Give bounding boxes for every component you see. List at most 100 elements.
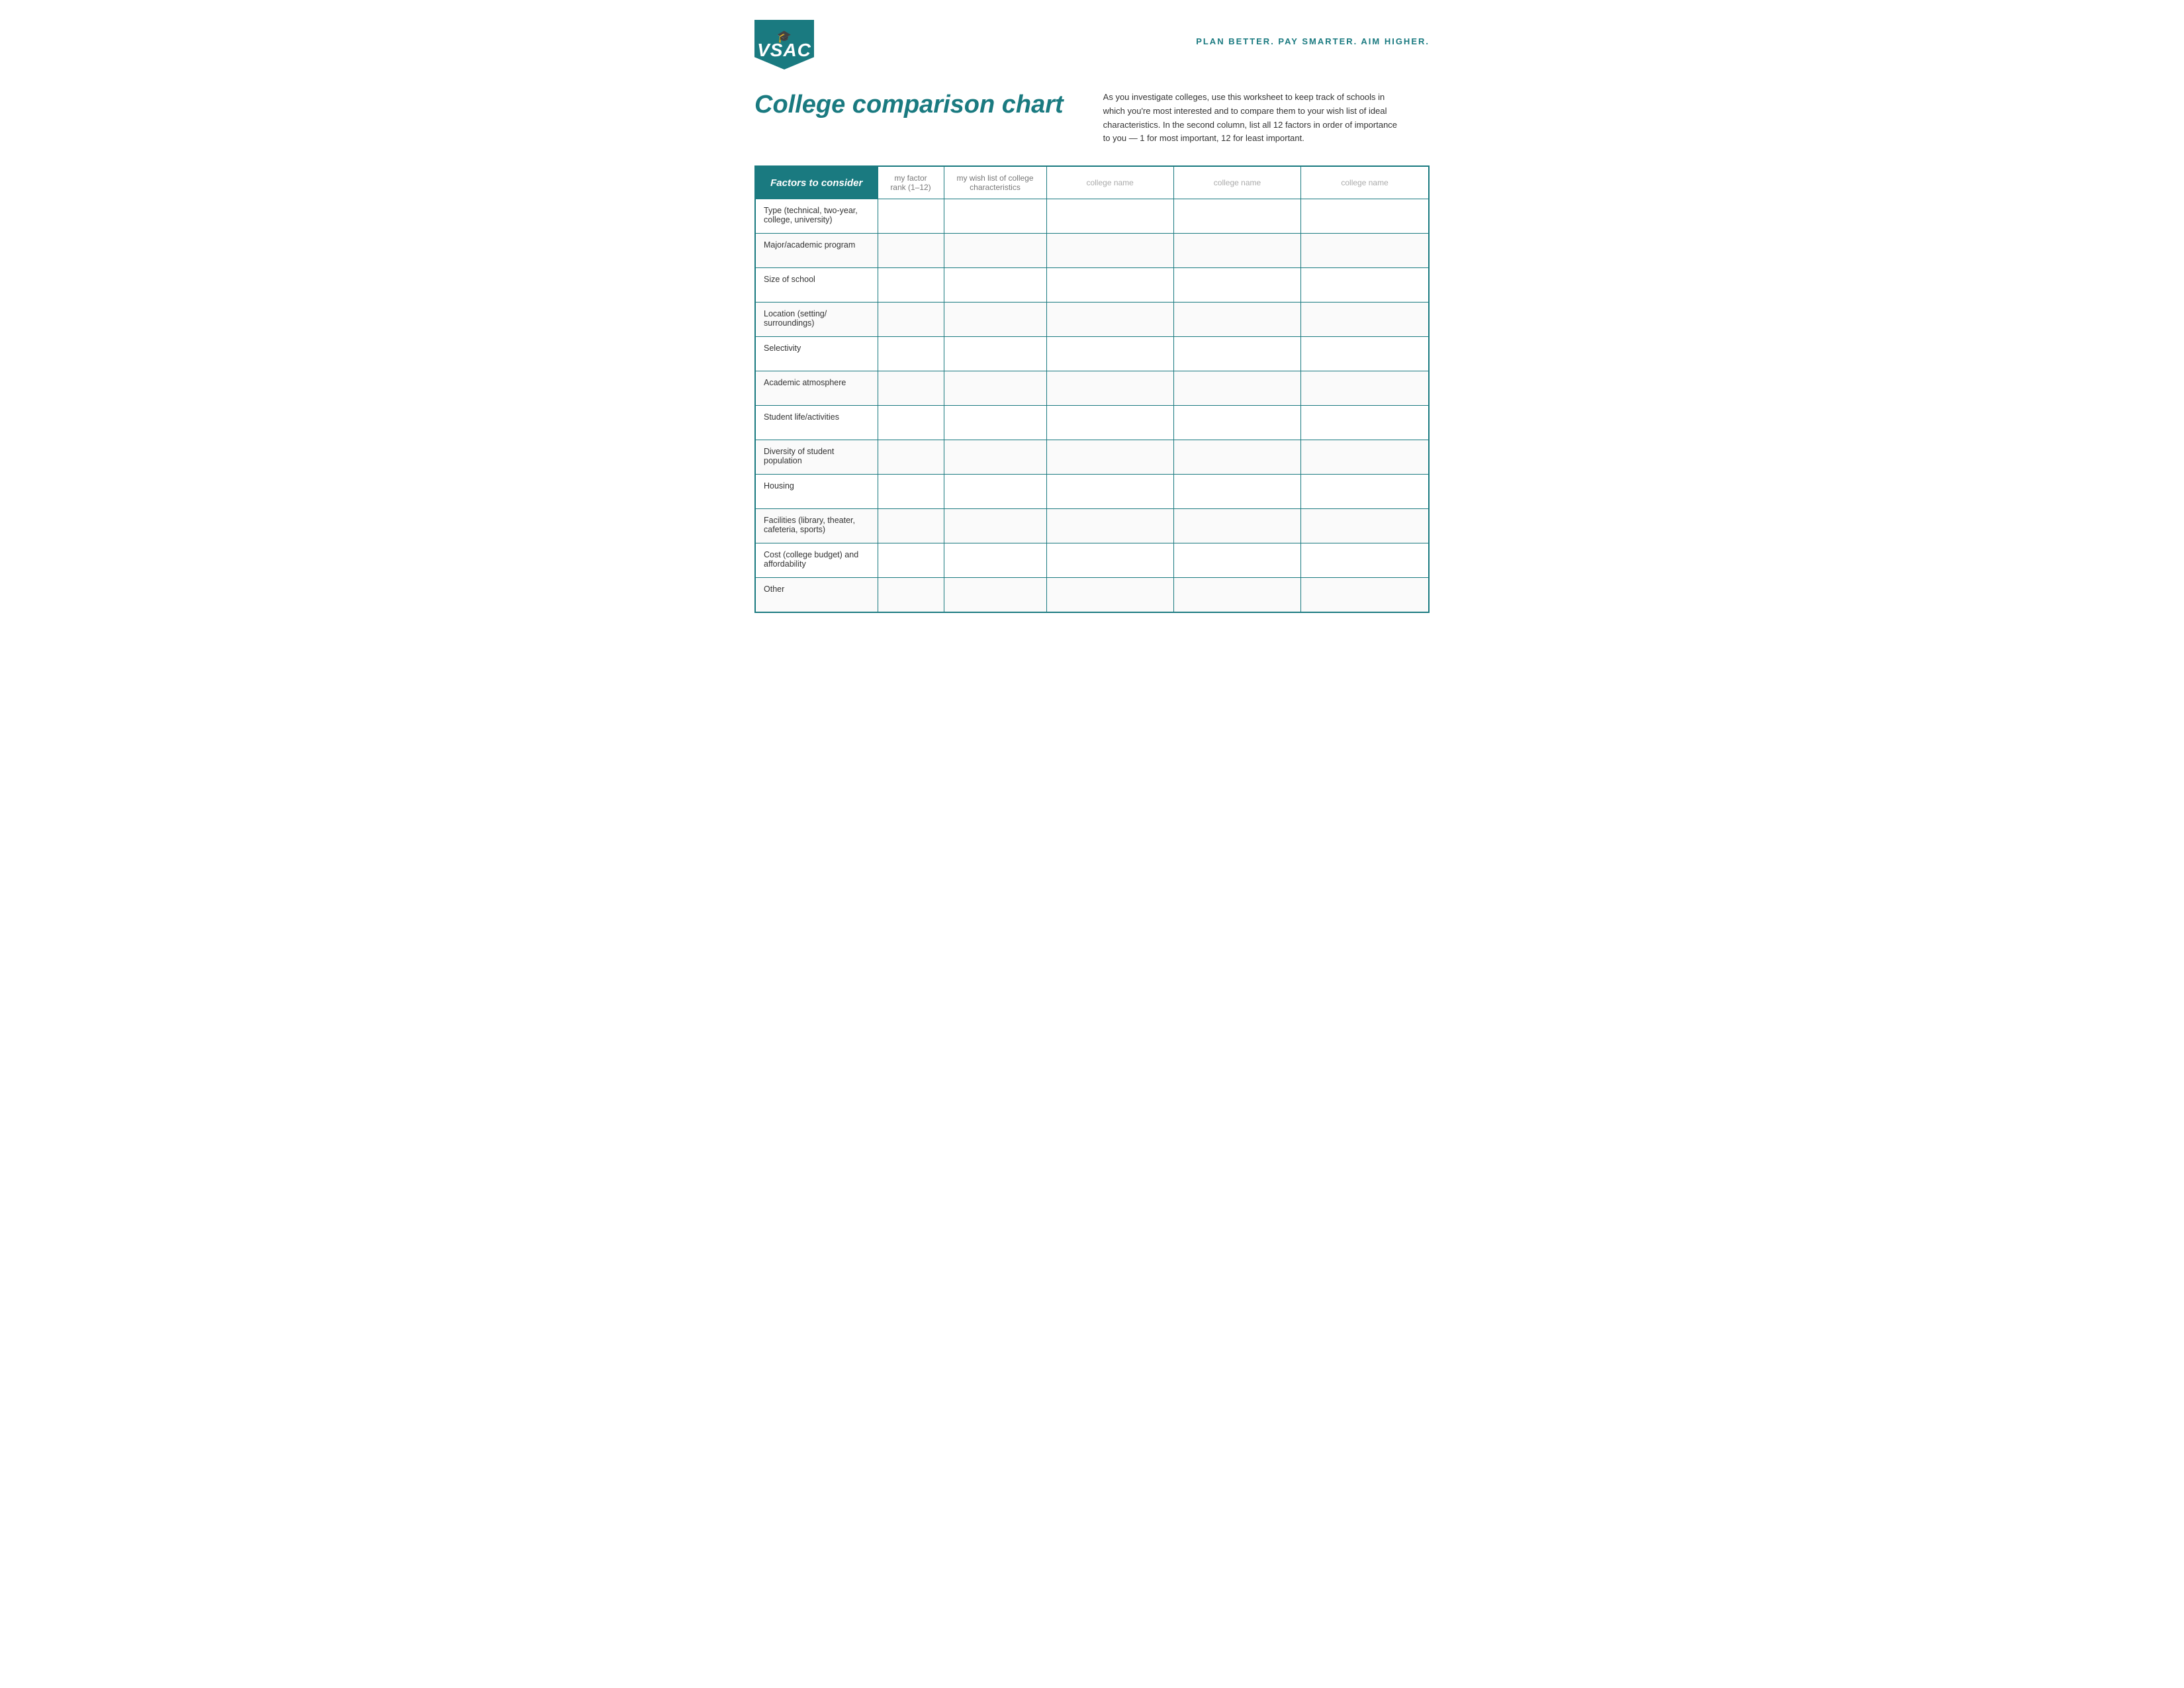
table-row: Academic atmosphere <box>755 371 1429 406</box>
page-header: 🎓 VSAC PLAN BETTER. PAY SMARTER. AIM HIG… <box>754 20 1430 77</box>
college3-cell[interactable] <box>1301 543 1429 578</box>
rank-cell[interactable] <box>878 509 944 543</box>
college1-cell[interactable] <box>1046 440 1173 475</box>
header-college2: college name <box>1173 166 1300 199</box>
factor-cell: Academic atmosphere <box>755 371 878 406</box>
college3-cell[interactable] <box>1301 406 1429 440</box>
rank-cell[interactable] <box>878 578 944 612</box>
header-factors: Factors to consider <box>755 166 878 199</box>
wishlist-cell[interactable] <box>944 543 1046 578</box>
college2-cell[interactable] <box>1173 234 1300 268</box>
rank-cell[interactable] <box>878 234 944 268</box>
factor-cell: Facilities (library, theater, cafeteria,… <box>755 509 878 543</box>
college1-cell[interactable] <box>1046 543 1173 578</box>
college2-cell[interactable] <box>1173 440 1300 475</box>
logo-text: VSAC <box>757 41 811 60</box>
wishlist-cell[interactable] <box>944 234 1046 268</box>
table-row: Student life/activities <box>755 406 1429 440</box>
factor-cell: Size of school <box>755 268 878 303</box>
title-section: College comparison chart As you investig… <box>754 91 1430 146</box>
rank-cell[interactable] <box>878 199 944 234</box>
college3-cell[interactable] <box>1301 371 1429 406</box>
rank-cell[interactable] <box>878 475 944 509</box>
college1-cell[interactable] <box>1046 475 1173 509</box>
factor-cell: Selectivity <box>755 337 878 371</box>
college1-cell[interactable] <box>1046 371 1173 406</box>
factor-cell: Cost (college budget) and affordability <box>755 543 878 578</box>
wishlist-cell[interactable] <box>944 199 1046 234</box>
college3-cell[interactable] <box>1301 578 1429 612</box>
header-college3: college name <box>1301 166 1429 199</box>
vsac-logo-badge: 🎓 VSAC <box>754 20 814 70</box>
college1-cell[interactable] <box>1046 509 1173 543</box>
college1-cell[interactable] <box>1046 578 1173 612</box>
college2-cell[interactable] <box>1173 303 1300 337</box>
table-row: Size of school <box>755 268 1429 303</box>
factor-cell: Location (setting/ surroundings) <box>755 303 878 337</box>
header-rank: my factor rank (1–12) <box>878 166 944 199</box>
college2-cell[interactable] <box>1173 543 1300 578</box>
wishlist-cell[interactable] <box>944 440 1046 475</box>
college3-cell[interactable] <box>1301 475 1429 509</box>
college3-cell[interactable] <box>1301 234 1429 268</box>
college1-cell[interactable] <box>1046 337 1173 371</box>
college1-cell[interactable] <box>1046 234 1173 268</box>
college3-cell[interactable] <box>1301 303 1429 337</box>
rank-cell[interactable] <box>878 543 944 578</box>
college1-cell[interactable] <box>1046 406 1173 440</box>
tagline: PLAN BETTER. PAY SMARTER. AIM HIGHER. <box>1196 20 1430 46</box>
table-row: Type (technical, two-year, college, univ… <box>755 199 1429 234</box>
table-header-row: Factors to consider my factor rank (1–12… <box>755 166 1429 199</box>
college2-cell[interactable] <box>1173 578 1300 612</box>
college2-cell[interactable] <box>1173 509 1300 543</box>
rank-cell[interactable] <box>878 303 944 337</box>
factor-cell: Major/academic program <box>755 234 878 268</box>
college1-cell[interactable] <box>1046 303 1173 337</box>
college2-cell[interactable] <box>1173 199 1300 234</box>
header-wishlist: my wish list of college characteristics <box>944 166 1046 199</box>
college2-cell[interactable] <box>1173 337 1300 371</box>
table-row: Facilities (library, theater, cafeteria,… <box>755 509 1429 543</box>
table-row: Selectivity <box>755 337 1429 371</box>
wishlist-cell[interactable] <box>944 337 1046 371</box>
logo-container: 🎓 VSAC <box>754 20 814 77</box>
factor-cell: Other <box>755 578 878 612</box>
wishlist-cell[interactable] <box>944 406 1046 440</box>
factor-cell: Housing <box>755 475 878 509</box>
factor-cell: Diversity of student population <box>755 440 878 475</box>
wishlist-cell[interactable] <box>944 268 1046 303</box>
factor-cell: Student life/activities <box>755 406 878 440</box>
table-row: Location (setting/ surroundings) <box>755 303 1429 337</box>
rank-cell[interactable] <box>878 406 944 440</box>
table-row: Diversity of student population <box>755 440 1429 475</box>
college3-cell[interactable] <box>1301 337 1429 371</box>
college2-cell[interactable] <box>1173 268 1300 303</box>
wishlist-cell[interactable] <box>944 578 1046 612</box>
table-body: Type (technical, two-year, college, univ… <box>755 199 1429 612</box>
logo-inner: 🎓 VSAC <box>757 30 811 60</box>
rank-cell[interactable] <box>878 371 944 406</box>
wishlist-cell[interactable] <box>944 371 1046 406</box>
comparison-table: Factors to consider my factor rank (1–12… <box>754 165 1430 613</box>
college1-cell[interactable] <box>1046 199 1173 234</box>
page-description: As you investigate colleges, use this wo… <box>1103 91 1401 146</box>
rank-cell[interactable] <box>878 440 944 475</box>
college3-cell[interactable] <box>1301 440 1429 475</box>
rank-cell[interactable] <box>878 268 944 303</box>
wishlist-cell[interactable] <box>944 303 1046 337</box>
header-college1: college name <box>1046 166 1173 199</box>
rank-cell[interactable] <box>878 337 944 371</box>
college2-cell[interactable] <box>1173 475 1300 509</box>
table-row: Cost (college budget) and affordability <box>755 543 1429 578</box>
college3-cell[interactable] <box>1301 199 1429 234</box>
college1-cell[interactable] <box>1046 268 1173 303</box>
table-row: Other <box>755 578 1429 612</box>
wishlist-cell[interactable] <box>944 475 1046 509</box>
college2-cell[interactable] <box>1173 371 1300 406</box>
table-row: Major/academic program <box>755 234 1429 268</box>
wishlist-cell[interactable] <box>944 509 1046 543</box>
table-row: Housing <box>755 475 1429 509</box>
college3-cell[interactable] <box>1301 268 1429 303</box>
college2-cell[interactable] <box>1173 406 1300 440</box>
college3-cell[interactable] <box>1301 509 1429 543</box>
